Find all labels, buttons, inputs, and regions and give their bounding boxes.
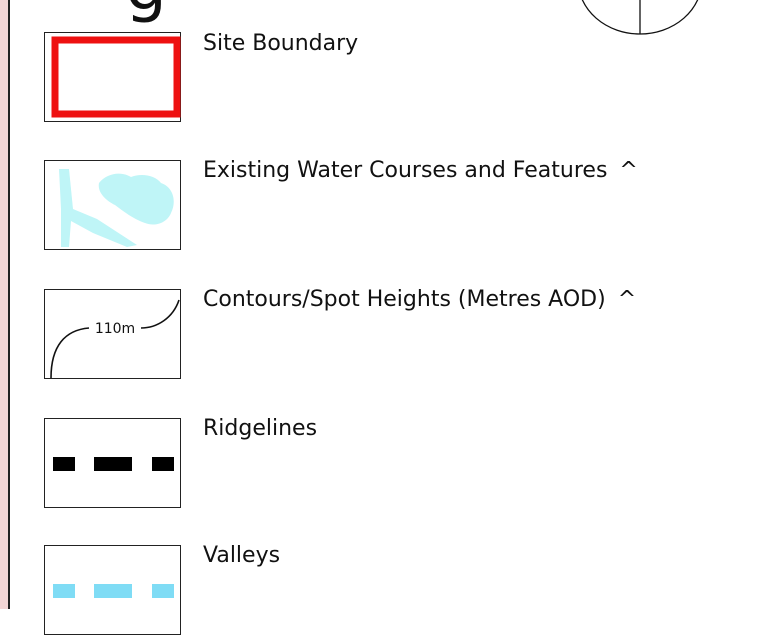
contours-note: ^ xyxy=(617,287,637,312)
title-fragment: g xyxy=(125,0,167,20)
water-courses-label-text: Existing Water Courses and Features xyxy=(203,158,608,183)
site-boundary-label: Site Boundary xyxy=(203,31,359,56)
water-courses-symbol xyxy=(44,160,181,250)
ridgelines-label: Ridgelines xyxy=(203,416,318,441)
map-edge-strip xyxy=(0,0,10,609)
valleys-symbol xyxy=(44,545,181,635)
site-boundary-symbol xyxy=(44,32,181,122)
contours-label: Contours/Spot Heights (Metres AOD) ^ xyxy=(203,287,636,312)
contours-symbol: 110m xyxy=(44,289,181,379)
water-courses-note: ^ xyxy=(619,158,638,183)
ridgelines-symbol xyxy=(44,418,181,508)
valleys-label: Valleys xyxy=(203,543,281,568)
water-courses-label: Existing Water Courses and Features ^ xyxy=(203,158,638,183)
north-arrow-icon xyxy=(581,0,699,35)
contours-label-text: Contours/Spot Heights (Metres AOD) xyxy=(203,287,606,312)
contour-sample-label: 110m xyxy=(95,321,135,337)
